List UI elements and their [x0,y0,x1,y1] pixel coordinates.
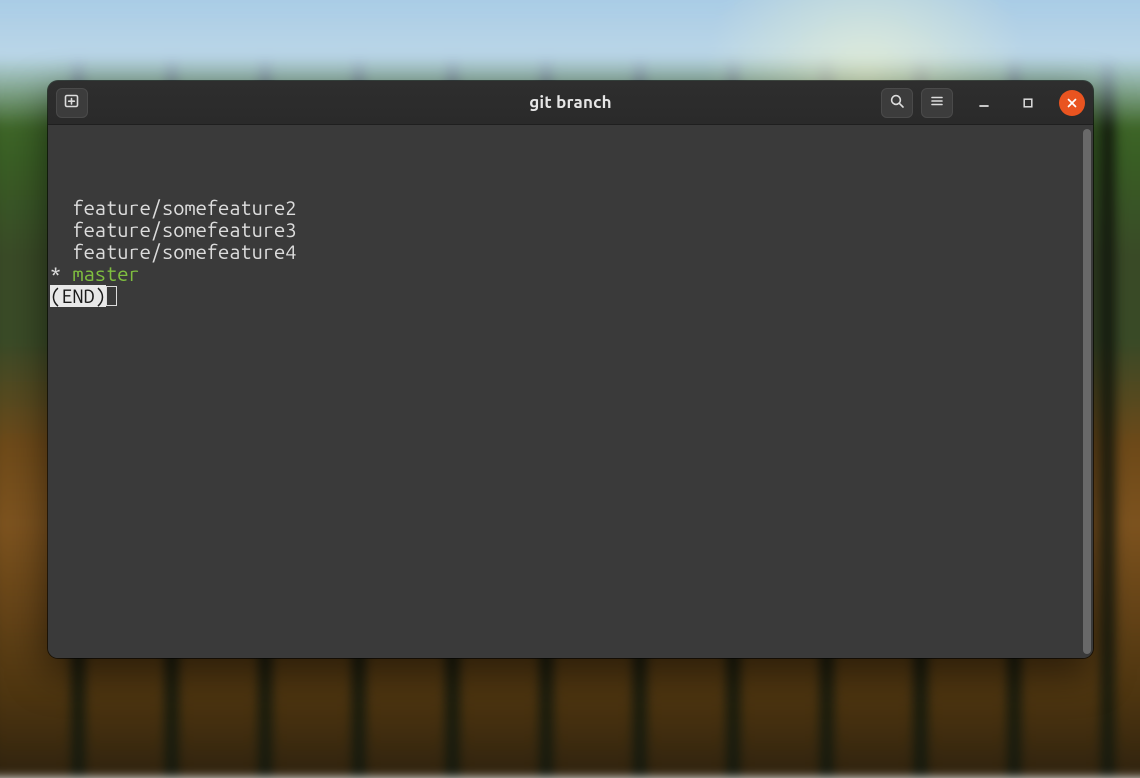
branch-line: feature/somefeature3 [50,219,1079,241]
search-icon [889,93,905,113]
titlebar[interactable]: git branch [48,81,1093,125]
pager-end-badge: (END) [50,285,106,307]
terminal-window: git branch [48,81,1093,658]
terminal-viewport: feature/somefeature2 feature/somefeature… [48,125,1093,658]
minimize-button[interactable] [971,90,997,116]
indent [50,219,72,241]
maximize-button[interactable] [1015,90,1041,116]
current-branch-marker: * [50,262,72,285]
menu-button[interactable] [921,88,953,118]
terminal-output[interactable]: feature/somefeature2 feature/somefeature… [48,125,1083,658]
indent [50,241,72,263]
branch-name: master [72,262,139,285]
branch-name: feature/somefeature4 [72,240,296,263]
branch-line: feature/somefeature2 [50,197,1079,219]
new-tab-button[interactable] [56,88,88,118]
branch-name: feature/somefeature3 [72,218,296,241]
hamburger-menu-icon [929,93,945,113]
branch-name: feature/somefeature2 [72,196,296,219]
minimize-icon [978,97,990,109]
search-button[interactable] [881,88,913,118]
close-icon [1066,97,1078,109]
indent [50,197,72,219]
blank-line [50,175,1079,197]
blank-line [50,153,1079,175]
branch-line-current: * master [50,263,1079,285]
scrollbar[interactable] [1083,129,1091,654]
branch-line: feature/somefeature4 [50,241,1079,263]
blank-line [50,131,1079,153]
close-button[interactable] [1059,90,1085,116]
terminal-cursor [106,286,117,306]
pager-end-line: (END) [50,285,1079,307]
maximize-icon [1022,97,1034,109]
new-tab-icon [63,92,81,114]
